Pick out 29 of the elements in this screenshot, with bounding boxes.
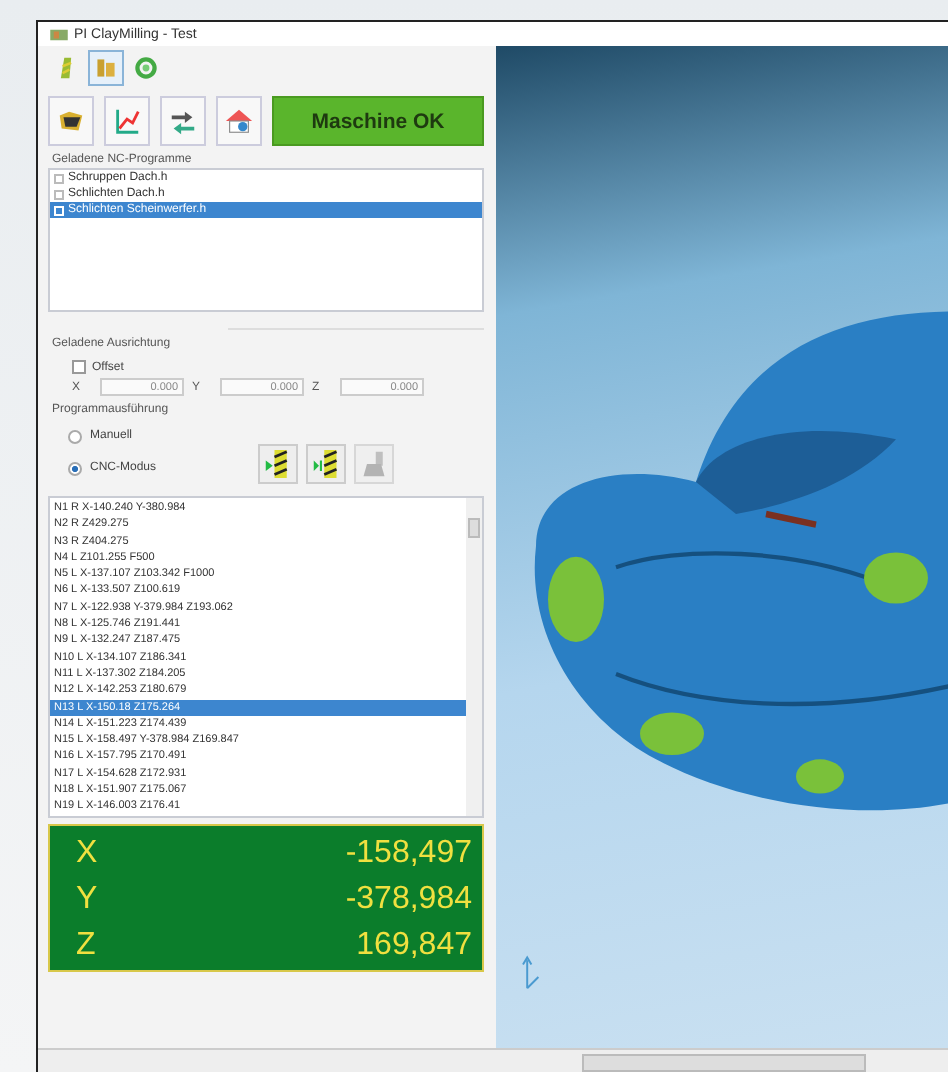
open-folder-button[interactable] bbox=[48, 96, 94, 146]
chart-icon bbox=[112, 106, 142, 136]
folder-icon bbox=[56, 106, 86, 136]
axis-label: X bbox=[76, 834, 98, 874]
step-icon bbox=[312, 448, 340, 480]
chart-button[interactable] bbox=[104, 96, 150, 146]
mode-radio[interactable] bbox=[68, 429, 82, 443]
play-icon bbox=[264, 448, 292, 480]
blocks-icon bbox=[94, 56, 118, 80]
app-icon bbox=[50, 27, 68, 41]
scrollbar[interactable] bbox=[466, 498, 482, 816]
transfer-button[interactable] bbox=[160, 96, 206, 146]
home-icon bbox=[224, 106, 254, 136]
step-button[interactable] bbox=[306, 444, 346, 484]
axis-label: Z bbox=[76, 926, 96, 966]
arrows-icon bbox=[168, 106, 198, 136]
offset-checkbox[interactable] bbox=[72, 360, 86, 374]
ring-icon bbox=[134, 56, 158, 80]
home-button[interactable] bbox=[216, 96, 262, 146]
run-button[interactable] bbox=[258, 444, 298, 484]
3d-viewport[interactable] bbox=[496, 46, 948, 1048]
mode-tab[interactable] bbox=[88, 50, 124, 86]
axis-label: Y bbox=[76, 880, 98, 920]
axis-value: -378,984 bbox=[345, 880, 472, 920]
axis-value: 169,847 bbox=[356, 926, 472, 966]
machine-status-button[interactable]: Maschine OK bbox=[272, 96, 484, 146]
mode-radio[interactable] bbox=[68, 461, 82, 475]
tool-icon bbox=[360, 448, 388, 480]
axis-value: -158,497 bbox=[345, 834, 472, 874]
